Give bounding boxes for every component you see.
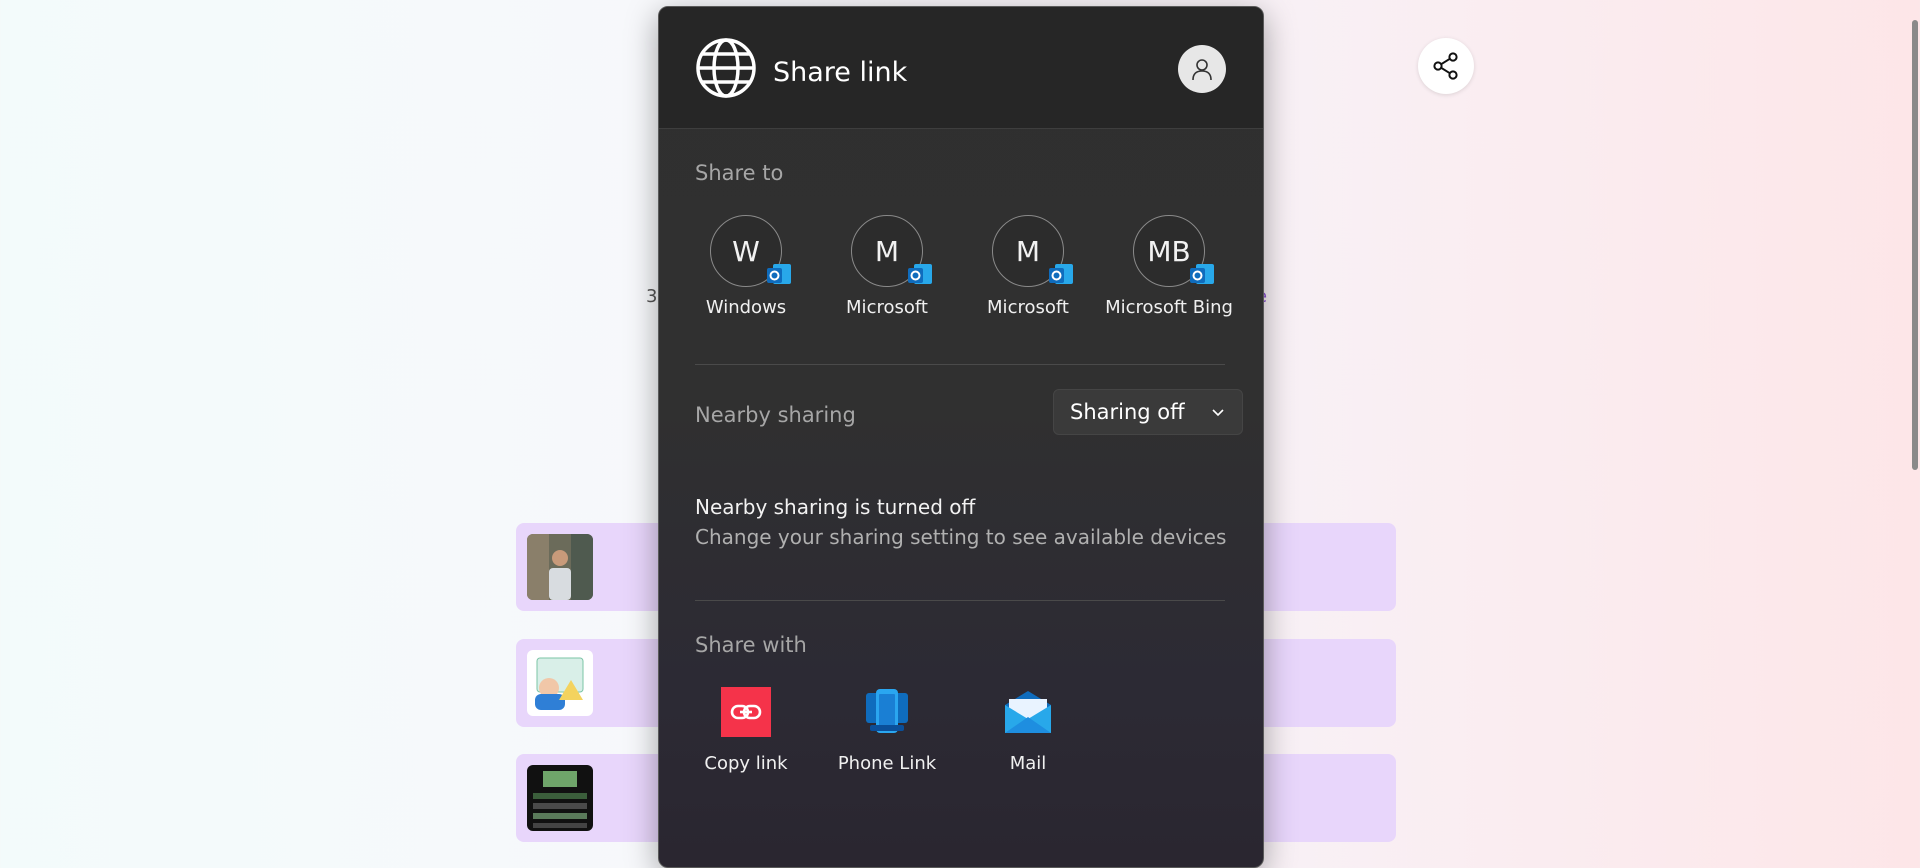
nearby-sharing-label: Nearby sharing (695, 403, 856, 427)
app-name: Phone Link (837, 753, 937, 774)
scrollbar-thumb[interactable] (1912, 20, 1918, 470)
contact-microsoft-bing[interactable]: MB Microsoft Bing (1099, 215, 1239, 318)
account-button[interactable] (1178, 45, 1226, 93)
avatar-initials: M (1015, 234, 1041, 268)
outlook-icon (1190, 264, 1214, 284)
share-to-label: Share to (695, 161, 784, 185)
avatar: M (851, 215, 932, 287)
dropdown-value: Sharing off (1070, 400, 1185, 424)
divider (695, 600, 1225, 601)
thumbnail-image (527, 650, 593, 716)
avatar-initials: MB (1147, 234, 1191, 268)
avatar: W (710, 215, 791, 287)
contact-name: Windows (705, 297, 787, 318)
contact-name: Microsoft (846, 297, 928, 318)
thumbnail-image (527, 534, 593, 600)
chevron-down-icon (1212, 409, 1224, 417)
share-button[interactable] (1418, 38, 1474, 94)
share-icon (1433, 52, 1458, 80)
outlook-icon (1049, 264, 1073, 284)
nearby-status-title: Nearby sharing is turned off (695, 495, 976, 519)
app-name: Copy link (704, 753, 788, 774)
outlook-icon (908, 264, 932, 284)
mail-icon (1005, 691, 1051, 733)
app-name: Mail (1009, 753, 1047, 774)
globe-icon (696, 38, 756, 98)
contact-microsoft[interactable]: M Microsoft (817, 215, 957, 318)
contact-microsoft[interactable]: M Microsoft (958, 215, 1098, 318)
dialog-header: Share link (659, 7, 1263, 129)
thumbnail-image (527, 765, 593, 831)
divider (695, 364, 1225, 365)
dialog-title: Share link (773, 57, 908, 88)
avatar-initials: M (874, 234, 900, 268)
app-mail[interactable]: Mail (958, 687, 1098, 774)
share-dialog: Share link Share to W Windows M Microsof… (658, 6, 1264, 868)
contact-name: Microsoft Bing (1105, 297, 1233, 318)
app-phone-link[interactable]: Phone Link (817, 687, 957, 774)
person-icon (1192, 59, 1212, 81)
app-copy-link[interactable]: Copy link (676, 687, 816, 774)
background-text-fragment: 3 (646, 286, 658, 307)
copy-link-icon (721, 687, 771, 737)
nearby-sharing-dropdown[interactable]: Sharing off (1053, 389, 1243, 435)
avatar: MB (1133, 215, 1214, 287)
contact-name: Microsoft (987, 297, 1069, 318)
share-with-label: Share with (695, 633, 807, 657)
outlook-icon (767, 264, 791, 284)
avatar: M (992, 215, 1073, 287)
scrollbar[interactable] (1910, 0, 1920, 850)
nearby-status-subtitle: Change your sharing setting to see avail… (695, 525, 1227, 549)
avatar-initials: W (732, 234, 760, 268)
phone-link-icon (866, 689, 908, 733)
contact-windows[interactable]: W Windows (676, 215, 816, 318)
